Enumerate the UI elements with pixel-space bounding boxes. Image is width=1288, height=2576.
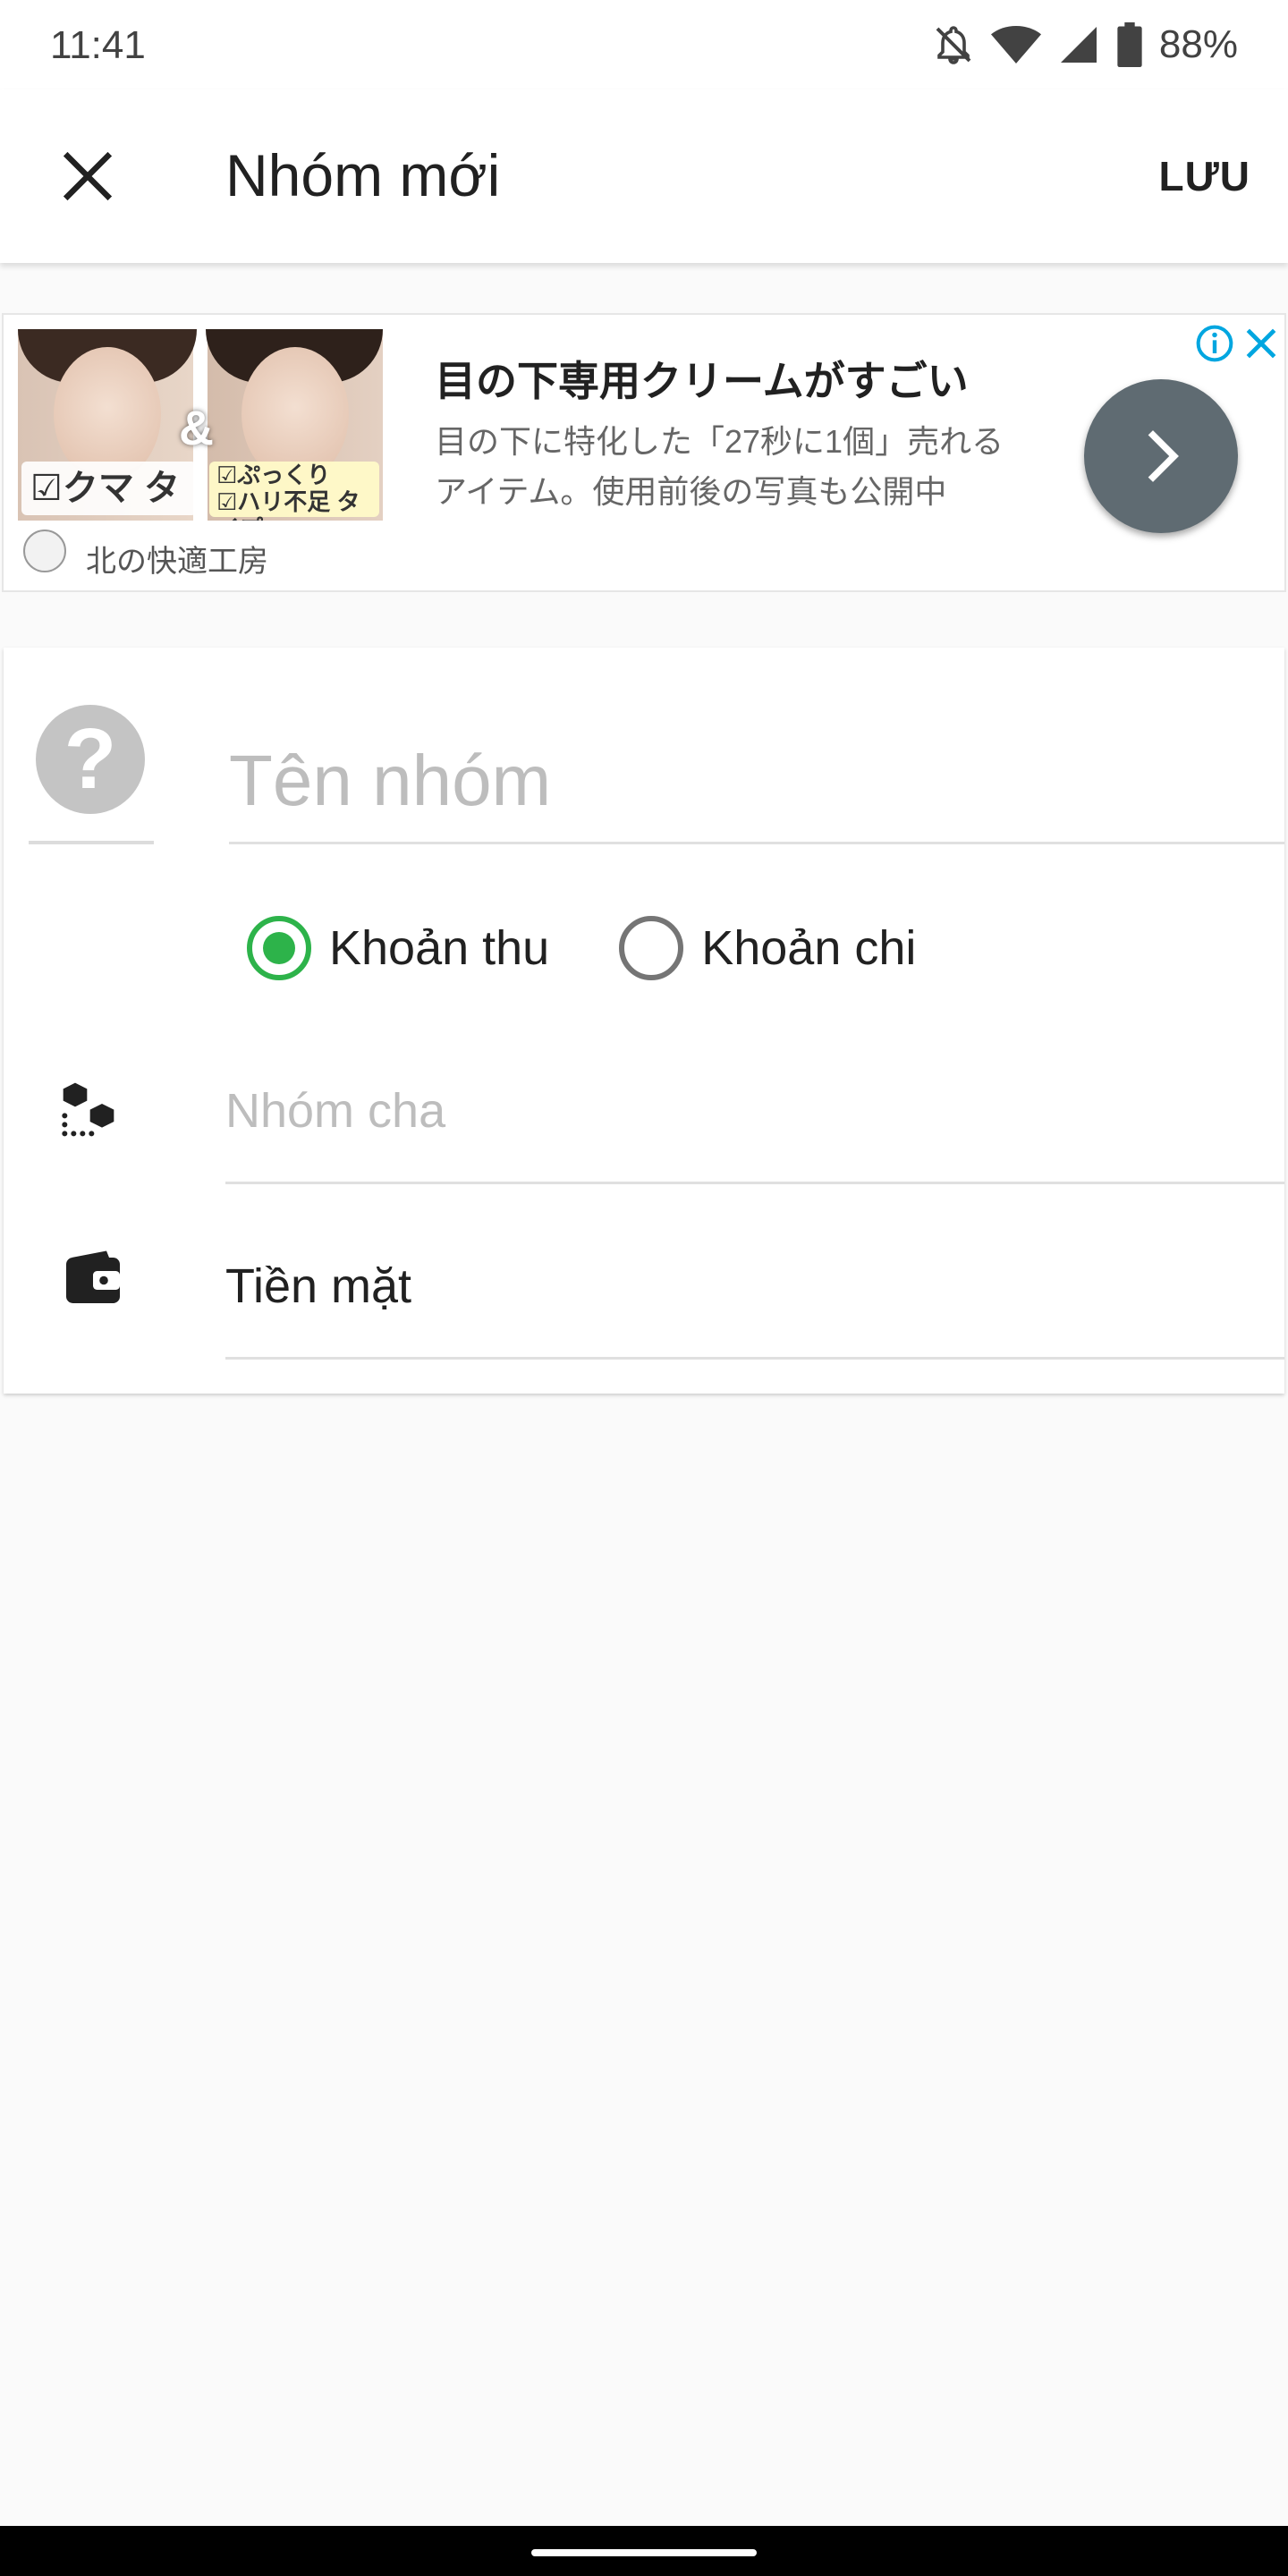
ad-description[interactable]: 目の下に特化した「27秒に1個」売れるアイテム。使用前後の写真も公開中 (435, 417, 1007, 517)
group-type-radio: Khoản thu Khoản chi (247, 912, 986, 984)
radio-income-label[interactable]: Khoản thu (329, 920, 549, 976)
ad-image[interactable]: & ☑クマ タイプ ☑ぷっくり ☑ハリ不足 タイプ (18, 329, 383, 521)
bell-off-icon (936, 26, 971, 64)
ad-brand-logo (23, 530, 66, 572)
battery-percent: 88% (1158, 22, 1238, 66)
cubes-icon (57, 1077, 129, 1148)
wallet-row[interactable]: Tiền mặt (4, 1243, 1284, 1360)
close-icon (63, 151, 113, 201)
chevron-right-icon (1148, 430, 1179, 482)
battery-icon (1117, 22, 1142, 67)
ad-open-button[interactable] (1084, 379, 1238, 533)
group-icon-picker[interactable]: ? (36, 705, 145, 814)
ad-tag-left: ☑クマ タイプ (21, 462, 197, 515)
navigation-bar (0, 2526, 1288, 2576)
signal-icon (1060, 27, 1097, 63)
radio-income[interactable]: Khoản thu (247, 916, 549, 980)
wallet-icon (57, 1243, 129, 1315)
question-icon: ? (64, 711, 117, 807)
save-button[interactable]: LƯU (1159, 152, 1250, 200)
home-indicator[interactable] (531, 2549, 757, 2556)
info-icon[interactable] (1195, 324, 1234, 363)
ad-tag-right: ☑ぷっくり ☑ハリ不足 タイプ (209, 462, 379, 521)
ad-banner[interactable]: & ☑クマ タイプ ☑ぷっくり ☑ハリ不足 タイプ 北の快適工房 目の下専用クリ… (2, 313, 1286, 592)
app-bar: Nhóm mới LƯU (0, 89, 1288, 263)
close-icon[interactable] (1241, 324, 1281, 363)
ad-title[interactable]: 目の下専用クリームがすごい (435, 349, 969, 408)
close-button[interactable] (43, 131, 132, 221)
parent-group-field[interactable]: Nhóm cha (225, 1068, 1284, 1184)
page-title: Nhóm mới (225, 142, 501, 208)
ad-brand: 北の快適工房 (86, 545, 268, 579)
ad-ampersand: & (179, 402, 214, 455)
icon-picker-underline (29, 841, 154, 844)
wifi-icon (990, 26, 1041, 64)
radio-expense-label[interactable]: Khoản chi (701, 920, 916, 976)
radio-expense-button[interactable] (619, 916, 684, 980)
wallet-field[interactable]: Tiền mặt (225, 1243, 1284, 1360)
status-bar: 11:41 88% (0, 0, 1288, 89)
status-time: 11:41 (50, 23, 146, 67)
parent-group-row[interactable]: Nhóm cha (4, 1068, 1284, 1184)
group-name-input[interactable] (229, 737, 1284, 844)
radio-expense[interactable]: Khoản chi (619, 916, 916, 980)
status-icons: 88% (932, 20, 1238, 70)
radio-income-button[interactable] (247, 916, 311, 980)
new-group-form: ? Khoản thu Khoản chi Nhóm cha (4, 648, 1284, 1394)
